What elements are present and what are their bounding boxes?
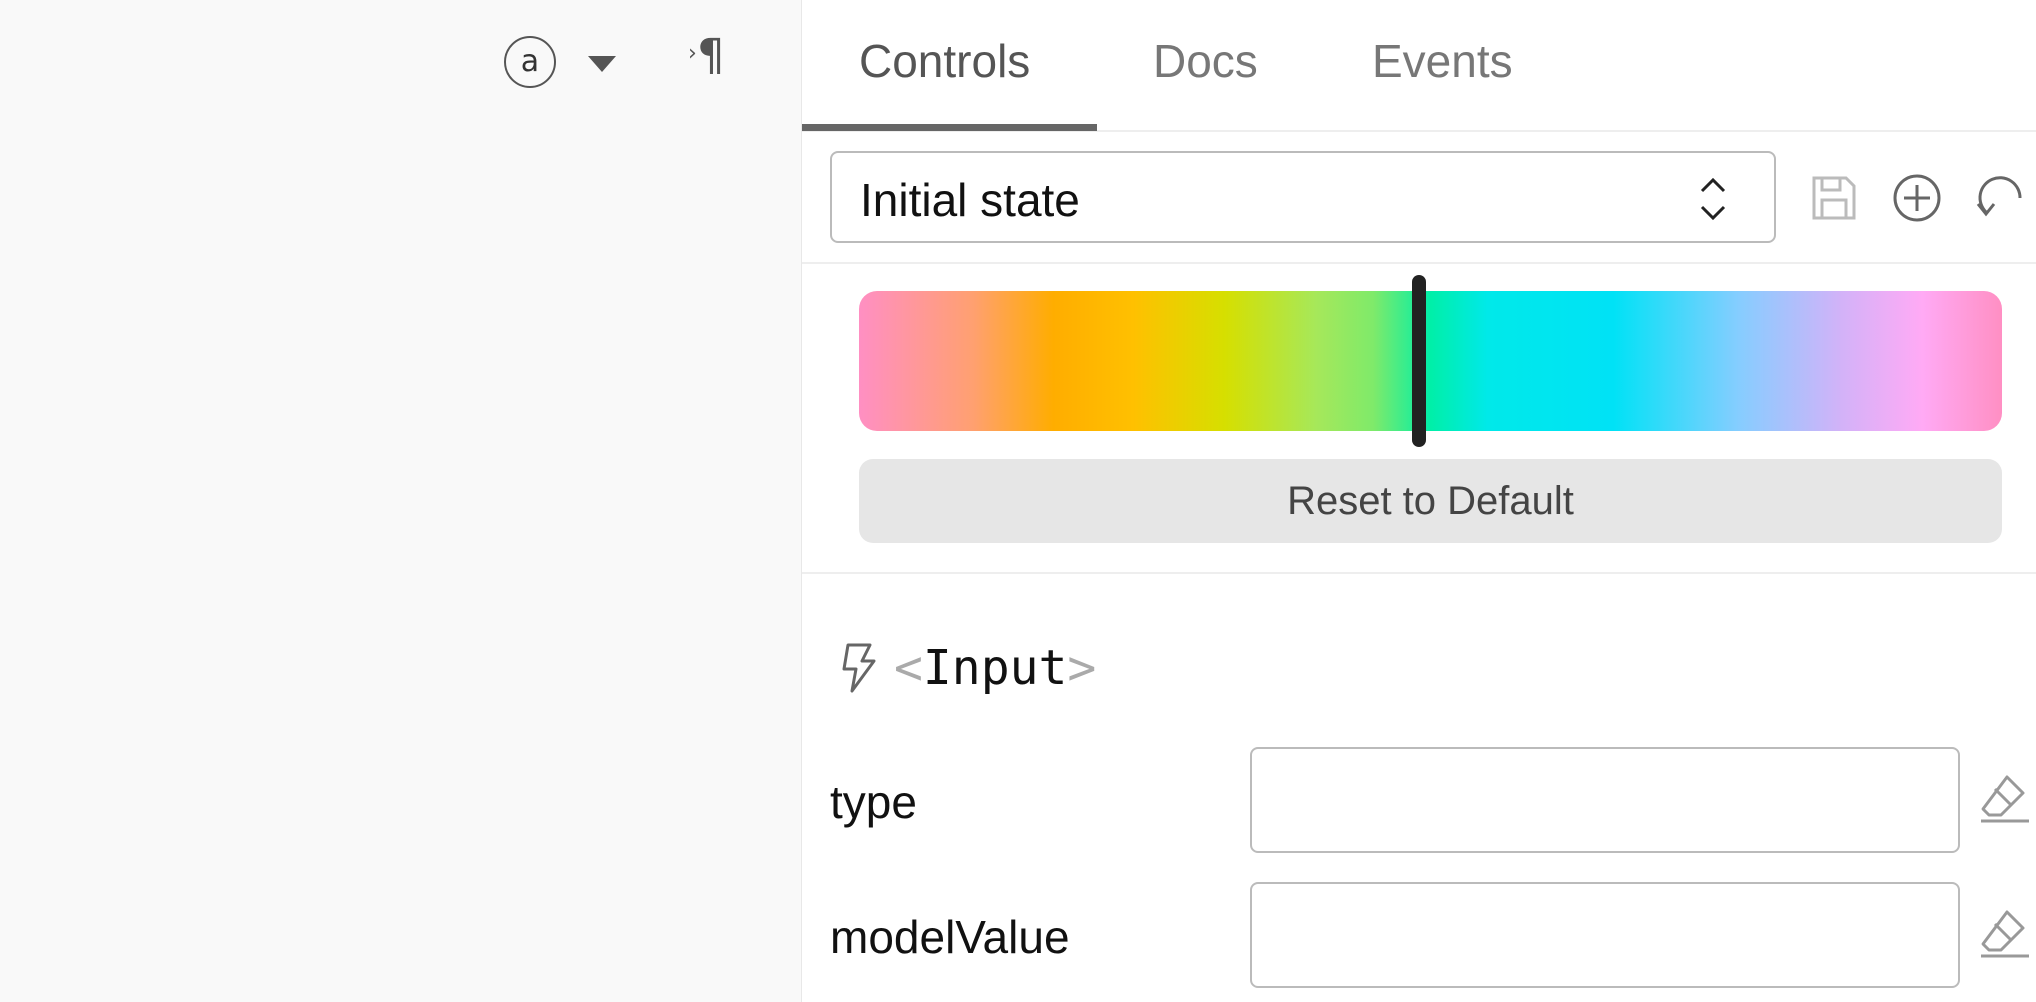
- color-picker-section: Reset to Default: [802, 264, 2036, 574]
- state-row: Initial state: [802, 132, 2036, 264]
- state-select[interactable]: Initial state: [830, 151, 1776, 243]
- hue-slider-handle[interactable]: [1412, 275, 1426, 447]
- eraser-icon[interactable]: [1977, 906, 2031, 960]
- prop-label-modelvalue: modelValue: [830, 910, 1070, 964]
- prop-input-type[interactable]: [1250, 747, 1960, 853]
- chevron-updown-icon: [1698, 175, 1728, 223]
- add-icon[interactable]: [1891, 172, 1943, 224]
- tag-close-bracket: >: [1067, 640, 1096, 696]
- tab-bar: Controls Docs Events: [802, 0, 2036, 132]
- tag-open-bracket: <: [894, 640, 923, 696]
- caret-down-icon[interactable]: [588, 56, 616, 72]
- preview-toolbar: a ›¶: [0, 0, 801, 130]
- lightning-icon: [838, 641, 880, 695]
- pilcrow-symbol: ¶: [697, 30, 725, 81]
- prop-input-modelvalue[interactable]: [1250, 882, 1960, 988]
- eraser-icon[interactable]: [1977, 771, 2031, 825]
- component-name-text: Input: [923, 640, 1068, 696]
- state-select-value: Initial state: [860, 173, 1080, 227]
- component-name: <Input>: [894, 640, 1096, 696]
- prop-label-type: type: [830, 775, 917, 829]
- pilcrow-icon[interactable]: ›¶: [688, 34, 725, 78]
- reset-icon[interactable]: [1974, 172, 2026, 224]
- controls-panel: Controls Docs Events Initial state: [801, 0, 2036, 1002]
- hue-slider[interactable]: [859, 291, 2002, 431]
- tab-controls[interactable]: Controls: [859, 34, 1030, 88]
- tab-docs[interactable]: Docs: [1153, 34, 1258, 88]
- pilcrow-prefix: ›: [688, 41, 697, 66]
- active-tab-indicator: [802, 124, 1097, 131]
- prop-row-modelvalue: modelValue: [802, 882, 2036, 992]
- prop-row-type: type: [802, 747, 2036, 857]
- save-icon[interactable]: [1808, 172, 1860, 224]
- reset-to-default-button[interactable]: Reset to Default: [859, 459, 2002, 543]
- preview-area: a ›¶: [0, 0, 801, 1002]
- tab-events[interactable]: Events: [1372, 34, 1513, 88]
- component-heading: <Input>: [838, 638, 1096, 698]
- letter-a-icon[interactable]: a: [504, 36, 556, 88]
- letter-a-label: a: [521, 47, 539, 77]
